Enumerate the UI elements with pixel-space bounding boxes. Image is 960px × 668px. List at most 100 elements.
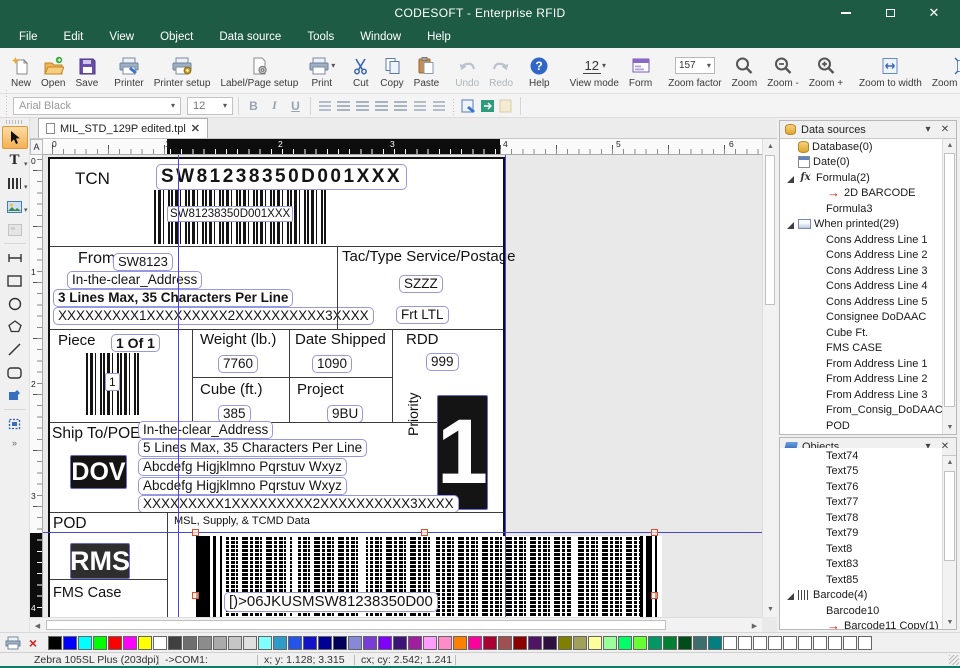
color-swatch[interactable]	[678, 636, 692, 650]
color-swatch[interactable]	[63, 636, 77, 650]
new-button[interactable]: New	[6, 53, 36, 89]
color-swatch[interactable]	[468, 636, 482, 650]
scroll-right-icon[interactable]: ▶	[747, 618, 762, 633]
shapes-tool[interactable]	[2, 384, 28, 407]
tree-item[interactable]: Text78	[780, 510, 942, 526]
color-swatch[interactable]	[648, 636, 662, 650]
zoom-to-page-button[interactable]: Zoom to page	[927, 53, 960, 89]
paragraph-options-icon[interactable]	[316, 98, 333, 114]
scroll-left-icon[interactable]: ◀	[30, 618, 45, 633]
tree-item[interactable]: Text76	[780, 479, 942, 495]
zoom-in-button[interactable]: Zoom +	[804, 53, 848, 89]
form-button[interactable]: Form	[624, 53, 657, 89]
color-swatch[interactable]	[813, 636, 827, 650]
help-button[interactable]: ? Help	[524, 53, 555, 89]
zoom-out-button[interactable]: Zoom -	[762, 53, 804, 89]
tree-item[interactable]: Barcode(4)	[780, 588, 942, 604]
color-swatch[interactable]	[348, 636, 362, 650]
rounded-rectangle-tool[interactable]	[2, 361, 28, 384]
color-swatch[interactable]	[363, 636, 377, 650]
ship-address-field[interactable]: In-the-clear_Address	[138, 421, 273, 439]
tree-item[interactable]: Text75	[780, 464, 942, 480]
color-swatch[interactable]	[828, 636, 842, 650]
barcode-tool[interactable]: ▾	[2, 172, 28, 195]
weight-label[interactable]: Weight (lb.)	[200, 331, 276, 348]
dropdown-caret-icon[interactable]: ▾	[24, 206, 28, 214]
resize-grip[interactable]	[949, 655, 959, 665]
image-tool[interactable]: ▾	[2, 195, 28, 218]
color-swatch[interactable]	[528, 636, 542, 650]
color-swatch[interactable]	[138, 636, 152, 650]
ship-lines-note-field[interactable]: 5 Lines Max, 35 Characters Per Line	[138, 439, 367, 457]
color-swatch[interactable]	[423, 636, 437, 650]
scrollbar-thumb[interactable]	[46, 620, 666, 630]
date-shipped-value-field[interactable]: 1090	[312, 355, 352, 373]
ship-line3-field[interactable]: Abcdefg Higjklmno Pqrstuv Wxyz	[138, 458, 347, 476]
tree-item[interactable]: Text79	[780, 526, 942, 542]
menu-item[interactable]: Object	[147, 26, 206, 48]
open-button[interactable]: Open	[36, 53, 70, 89]
tree-item[interactable]: Barcode11 Copy(1)	[780, 619, 942, 630]
menu-item[interactable]: Window	[347, 26, 414, 48]
selection-tool[interactable]	[2, 126, 28, 149]
color-swatch[interactable]	[618, 636, 632, 650]
maximize-button[interactable]	[868, 0, 912, 26]
no-color-icon[interactable]: ×	[24, 635, 42, 651]
dropdown-caret-icon[interactable]: ▾	[331, 61, 335, 70]
expand-toggle-icon[interactable]	[786, 219, 798, 229]
copy-button[interactable]: Copy	[375, 53, 408, 89]
from-code-field[interactable]: SW8123	[113, 253, 173, 271]
color-swatch[interactable]	[183, 636, 197, 650]
vertical-scrollbar[interactable]: ▲ ▼	[762, 139, 777, 617]
tac-label[interactable]: Tac/Type Service/Postage	[342, 248, 515, 265]
ship-line4-field[interactable]: Abcdefg Higjklmno Pqrstuv Wxyz	[138, 477, 347, 495]
rdd-label[interactable]: RDD	[406, 331, 439, 348]
color-swatch[interactable]	[258, 636, 272, 650]
tcn-label[interactable]: TCN	[75, 169, 110, 189]
zoom-button[interactable]: Zoom	[727, 53, 763, 89]
color-swatch[interactable]	[723, 636, 737, 650]
line-spacing-up-icon[interactable]	[411, 98, 428, 114]
design-viewport[interactable]: TCN SW81238350D001XXX SW81238350D001XXX …	[43, 155, 762, 617]
toolbox-grip[interactable]	[6, 120, 24, 124]
color-swatch[interactable]	[768, 636, 782, 650]
print-button[interactable]: ▾ Print	[303, 53, 340, 89]
font-size-select[interactable]: 12▾	[187, 97, 233, 115]
paste-button[interactable]: Paste	[409, 53, 445, 89]
rfid-tool[interactable]	[2, 412, 28, 435]
ellipse-tool[interactable]	[2, 292, 28, 315]
scroll-down-icon[interactable]: ▼	[943, 616, 957, 629]
menu-item[interactable]: View	[96, 26, 147, 48]
align-center-icon[interactable]	[354, 98, 371, 114]
color-swatch[interactable]	[483, 636, 497, 650]
expand-toggle-icon[interactable]	[786, 590, 798, 600]
tree-item[interactable]: Cons Address Line 5	[780, 294, 942, 310]
italic-button[interactable]: I	[265, 97, 284, 115]
line-spacing-down-icon[interactable]	[430, 98, 447, 114]
tree-item[interactable]: Database(0)	[780, 139, 942, 155]
text-wizard-icon[interactable]	[460, 98, 477, 114]
tab-close-icon[interactable]: ✕	[191, 122, 200, 135]
printer-setup-button[interactable]: Printer setup	[149, 53, 216, 89]
from-lines-note-field[interactable]: 3 Lines Max, 35 Characters Per Line	[53, 289, 293, 307]
tree-item[interactable]: Date(0)	[780, 155, 942, 171]
tree-item[interactable]: Cons Address Line 4	[780, 279, 942, 295]
color-swatch[interactable]	[408, 636, 422, 650]
tree-item[interactable]: Formula(2)	[780, 170, 942, 186]
tree-item[interactable]: Text8	[780, 541, 942, 557]
project-value-field[interactable]: 9BU	[327, 405, 363, 423]
expand-toggle-icon[interactable]	[786, 157, 798, 167]
color-swatch[interactable]	[228, 636, 242, 650]
panel-scrollbar[interactable]: ▲ ▼	[942, 139, 956, 434]
color-swatch[interactable]	[573, 636, 587, 650]
ship-to-label[interactable]: Ship To/POE	[52, 425, 140, 443]
color-swatch[interactable]	[633, 636, 647, 650]
cube-label[interactable]: Cube (ft.)	[200, 381, 263, 398]
save-button[interactable]: Save	[70, 53, 103, 89]
color-swatch[interactable]	[153, 636, 167, 650]
tree-item[interactable]: Cons Address Line 1	[780, 232, 942, 248]
panel-scrollbar[interactable]: ▲ ▼	[942, 456, 956, 629]
color-swatch[interactable]	[303, 636, 317, 650]
menu-item[interactable]: Tools	[294, 26, 347, 48]
menu-item[interactable]: Data source	[206, 26, 294, 48]
